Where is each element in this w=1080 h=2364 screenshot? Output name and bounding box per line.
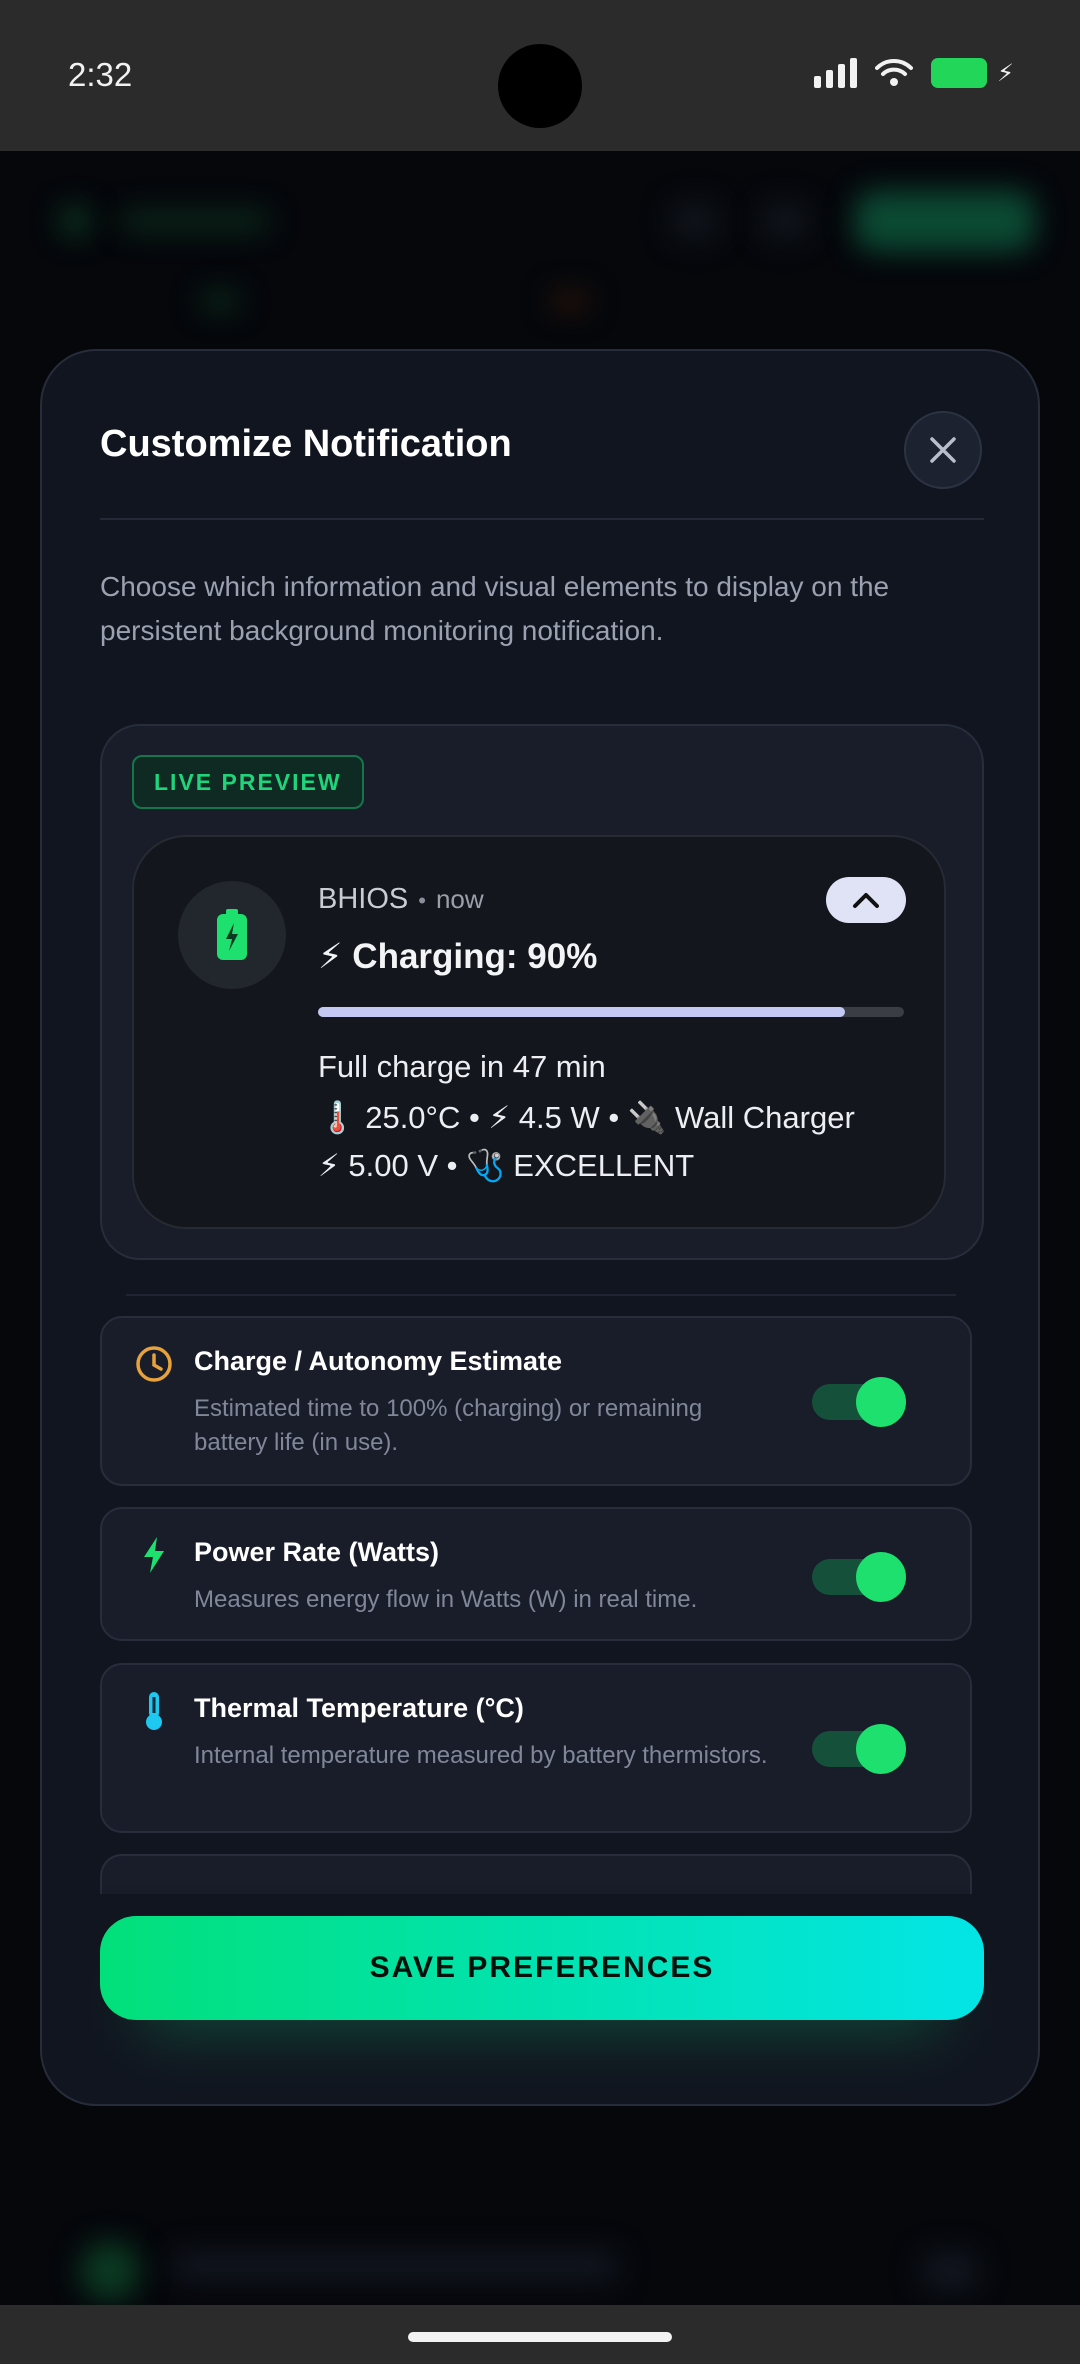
- notification-title: ⚡ Charging: 90%: [318, 937, 598, 976]
- option-description: Internal temperature measured by battery…: [194, 1742, 768, 1769]
- chevron-up-icon: [853, 893, 879, 908]
- option-title: Power Rate (Watts): [194, 1537, 440, 1567]
- notification-line-estimate: Full charge in 47 min: [318, 1049, 606, 1084]
- notification-line-health: ⚡ 5.00 V • 🩺 EXCELLENT: [318, 1148, 695, 1183]
- option-title: Thermal Temperature (°C): [194, 1693, 524, 1723]
- blurred-indicator: [200, 291, 240, 311]
- option-power-rate[interactable]: Power Rate (Watts) Measures energy flow …: [100, 1507, 972, 1641]
- notification-preview: BHIOS • now ⚡ Charging: 90% Full charge in…: [132, 835, 946, 1229]
- option-title: Charge / Autonomy Estimate: [194, 1346, 563, 1376]
- charge-progress-fill: [318, 1007, 846, 1017]
- bolt-icon: [134, 1535, 174, 1575]
- notification-app-name: BHIOS: [318, 883, 409, 915]
- option-charge-estimate[interactable]: Charge / Autonomy Estimate Estimated tim…: [100, 1316, 972, 1486]
- customize-notification-sheet: Customize Notification Choose which info…: [40, 349, 1040, 2106]
- list-divider: [126, 1294, 956, 1296]
- notification-header: BHIOS • now: [318, 883, 484, 916]
- notification-app-icon: [178, 881, 286, 989]
- live-preview-badge: LIVE PREVIEW: [132, 755, 364, 809]
- clock-icon: [134, 1344, 174, 1384]
- live-preview-card: LIVE PREVIEW BHIOS • now ⚡ Charging: 90%: [100, 724, 984, 1260]
- wifi-icon: [875, 58, 914, 86]
- close-button[interactable]: [904, 411, 982, 489]
- option-description: Measures energy flow in Watts (W) in rea…: [194, 1586, 698, 1613]
- blurred-indicator: [550, 291, 590, 311]
- signal-icon: [814, 58, 858, 88]
- option-description: Estimated time to 100% (charging) or rem…: [194, 1395, 703, 1456]
- status-icons: ⚡: [814, 58, 1014, 88]
- notification-time: now: [435, 884, 484, 914]
- blurred-logo-icon: [60, 206, 90, 236]
- blurred-action-icon: [670, 201, 720, 241]
- blurred-list-icon: [80, 2241, 140, 2301]
- toggle-knob: [856, 1552, 906, 1602]
- front-camera: [498, 44, 582, 128]
- option-toggle[interactable]: [812, 1552, 906, 1602]
- save-preferences-button[interactable]: SAVE PREFERENCES: [100, 1916, 984, 2020]
- battery-charging-icon: [217, 909, 247, 960]
- blurred-app-title: [120, 211, 270, 231]
- navigation-bar: [0, 2305, 1080, 2364]
- toggle-knob: [856, 1724, 906, 1774]
- blurred-action-icon: [760, 201, 810, 241]
- option-toggle[interactable]: [812, 1377, 906, 1427]
- notification-line-stats: 🌡️ 25.0°C • ⚡ 4.5 W • 🔌 Wall Charger: [318, 1100, 855, 1135]
- header-divider: [100, 518, 984, 520]
- charging-bolt-icon: ⚡: [997, 59, 1014, 87]
- blurred-header-button: [855, 191, 1035, 251]
- status-time: 2:32: [68, 56, 133, 93]
- charge-progress-bar: [318, 1007, 904, 1017]
- thermometer-icon: [134, 1691, 174, 1731]
- collapse-notification-button[interactable]: [826, 877, 906, 923]
- toggle-knob: [856, 1377, 906, 1427]
- blurred-list-text: [170, 2251, 620, 2281]
- option-thermal-temperature[interactable]: Thermal Temperature (°C) Internal temper…: [100, 1663, 972, 1833]
- option-toggle[interactable]: [812, 1724, 906, 1774]
- sheet-description: Choose which information and visual elem…: [100, 571, 890, 646]
- sheet-title: Customize Notification: [100, 423, 512, 465]
- blurred-list-action: [920, 2251, 980, 2291]
- status-bar: 2:32 ⚡: [0, 0, 1080, 151]
- home-indicator[interactable]: [408, 2332, 672, 2342]
- notification-separator: •: [418, 888, 426, 913]
- close-icon: [930, 437, 956, 463]
- battery-status-icon: [931, 58, 988, 88]
